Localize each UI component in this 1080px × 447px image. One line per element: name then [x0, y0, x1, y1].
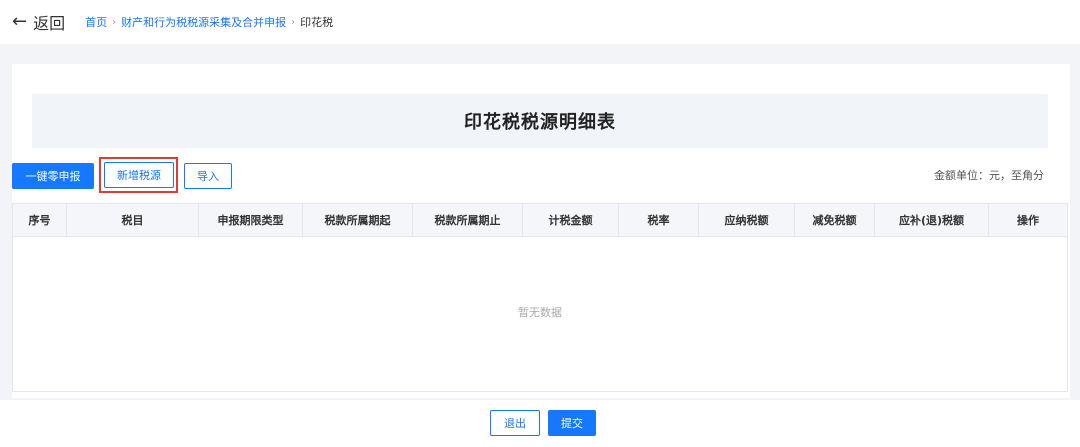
submit-button[interactable]: 提交	[548, 410, 596, 436]
arrow-left-icon: ←	[12, 11, 28, 32]
amount-unit-note: 金额单位：元，至角分	[934, 169, 1044, 182]
chevron-right-icon: ›	[112, 16, 117, 28]
chevron-right-icon: ›	[291, 16, 296, 28]
column-header: 减免税额	[795, 204, 875, 236]
column-header: 计税金额	[523, 204, 619, 236]
column-header: 税款所属期止	[413, 204, 523, 236]
column-header: 操作	[1017, 214, 1039, 227]
breadcrumb: 首页 › 财产和行为税税源采集及合并申报 › 印花税	[85, 14, 333, 30]
exit-button[interactable]: 退出	[490, 410, 540, 436]
title-box: 印花税税源明细表	[32, 94, 1048, 148]
column-header: 应纳税额	[699, 204, 795, 236]
back-label: 返回	[33, 14, 66, 33]
breadcrumb-property-tax[interactable]: 财产和行为税税源采集及合并申报	[121, 14, 286, 30]
column-header: 应补(退)税额	[875, 204, 989, 236]
column-header: 税率	[619, 204, 699, 236]
column-header: 税目	[67, 204, 199, 236]
column-header: 序号	[13, 204, 67, 236]
page-title: 印花税税源明细表	[464, 112, 616, 133]
add-tax-source-button[interactable]: 新增税源	[104, 162, 174, 188]
table-header: 序号 税目 申报期限类型 税款所属期起 税款所属期止 计税金额 税率 应纳税额 …	[13, 204, 1067, 237]
zero-declare-button[interactable]: 一键零申报	[12, 163, 94, 189]
column-header: 申报期限类型	[199, 204, 303, 236]
breadcrumb-current: 印花税	[300, 16, 334, 29]
footer-bar	[0, 400, 1080, 447]
import-button[interactable]: 导入	[184, 163, 232, 189]
empty-state: 暂无数据	[518, 306, 562, 319]
top-bar: ← 返回 首页 › 财产和行为税税源采集及合并申报 › 印花税	[0, 0, 1080, 44]
column-header: 税款所属期起	[303, 204, 413, 236]
breadcrumb-home[interactable]: 首页	[85, 14, 107, 30]
tax-source-table: 序号 税目 申报期限类型 税款所属期起 税款所属期止 计税金额 税率 应纳税额 …	[12, 203, 1068, 392]
back-button[interactable]: ← 返回	[12, 10, 65, 34]
